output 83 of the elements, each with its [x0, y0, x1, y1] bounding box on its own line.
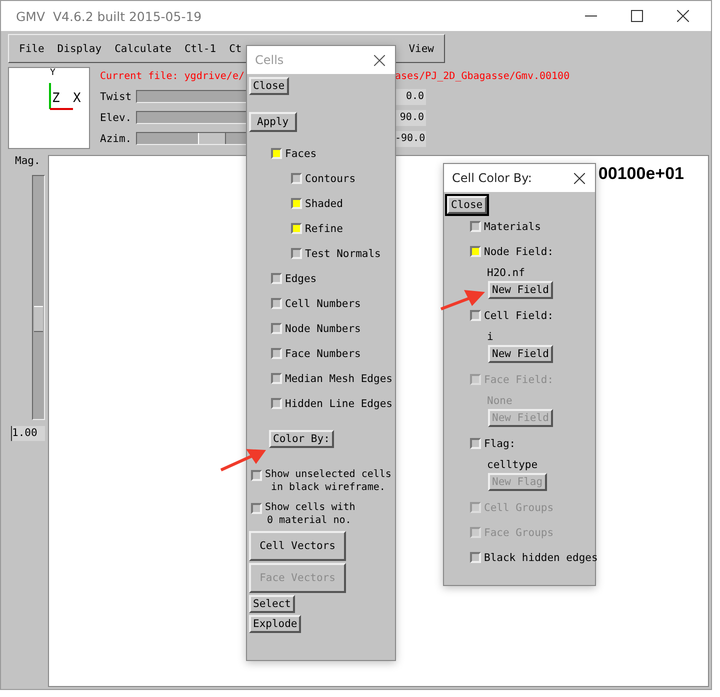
annotation-arrow	[440, 290, 485, 310]
menu-item[interactable]: Ct	[229, 42, 242, 54]
maximize-icon[interactable]	[631, 10, 643, 22]
close-button[interactable]: Close	[447, 196, 487, 214]
checkbox[interactable]	[470, 310, 481, 321]
field-name: i	[487, 330, 494, 342]
slider-label: Elev.	[100, 112, 133, 124]
current-file-text: Current file: ygdrive/e/	[100, 71, 246, 82]
option-label: Face Field:	[484, 374, 554, 386]
dialog-title: Cells	[255, 53, 284, 67]
checkbox[interactable]	[271, 323, 282, 334]
option-label: Refine	[305, 222, 343, 234]
option-label: Flag:	[484, 438, 516, 450]
checkbox[interactable]	[291, 198, 302, 209]
value-field[interactable]: 1.00	[11, 426, 45, 441]
checkbox[interactable]	[271, 273, 282, 284]
axes-drawing: Y Z X	[8, 67, 90, 149]
field-name: celltype	[487, 458, 538, 470]
new-field-button[interactable]: New Field	[488, 345, 553, 363]
dialog-button[interactable]: Select	[249, 595, 295, 613]
field-name: None	[487, 394, 512, 406]
menu-item[interactable]: Display	[57, 42, 102, 54]
option-label: Face Groups	[484, 526, 554, 538]
menu-item[interactable]: File	[19, 42, 44, 54]
checkbox[interactable]	[251, 470, 262, 481]
value-field[interactable]: 90.0	[395, 110, 426, 126]
close-button[interactable]: Close	[249, 77, 289, 95]
option-label: Cell Field:	[484, 310, 554, 322]
option-label: Materials	[484, 220, 541, 232]
checkbox[interactable]	[291, 223, 302, 234]
dialog-title: Cell Color By:	[452, 171, 532, 185]
option-label: Hidden Line Edges	[285, 398, 392, 410]
option-label: Node Field:	[484, 246, 554, 258]
annotation-arrow	[220, 449, 266, 472]
scale-text: 00100e+01	[598, 164, 684, 184]
checkbox[interactable]	[271, 348, 282, 359]
option-label: Shaded	[305, 198, 343, 210]
close-icon[interactable]	[574, 172, 585, 184]
option-label: Black hidden edges	[484, 552, 598, 564]
apply-button[interactable]: Apply	[249, 112, 297, 132]
checkbox[interactable]	[291, 248, 302, 259]
checkbox[interactable]	[271, 148, 282, 159]
window-title: GMV V4.6.2 built 2015-05-19	[16, 8, 202, 24]
checkbox[interactable]	[271, 373, 282, 384]
slider-thumb[interactable]	[198, 133, 226, 144]
option-label: 0 material no.	[267, 514, 352, 527]
checkbox[interactable]	[291, 173, 302, 184]
checkbox[interactable]	[470, 438, 481, 449]
option-label: Faces	[285, 148, 317, 160]
current-file-text: ases/PJ_2D_Gbagasse/Gmv.00100	[395, 71, 570, 82]
menu-item[interactable]: Calculate	[114, 42, 172, 54]
value-field[interactable]: 0.0	[395, 88, 426, 104]
dialog-button[interactable]: Cell Vectors	[249, 531, 346, 561]
value-field[interactable]: -90.0	[395, 130, 426, 146]
option-label: Cell Numbers	[285, 298, 361, 310]
slider-track[interactable]	[32, 175, 45, 420]
checkbox[interactable]	[470, 221, 481, 232]
option-label: Edges	[285, 272, 317, 284]
option-label: Contours	[305, 172, 356, 184]
checkbox[interactable]	[271, 298, 282, 309]
new-field-button[interactable]: New Field	[488, 281, 553, 299]
checkbox[interactable]	[470, 552, 481, 563]
option-label: Face Numbers	[285, 348, 361, 360]
option-label: Show unselected cells	[265, 468, 392, 481]
slider-label: Twist	[100, 90, 133, 102]
slider-label: Azim.	[100, 132, 133, 144]
menu-item[interactable]: Ctl-1	[184, 42, 216, 54]
color-by-button[interactable]: Color By:	[269, 430, 334, 448]
checkbox[interactable]	[271, 398, 282, 409]
option-label: in black wireframe.	[271, 481, 386, 494]
field-name: H2O.nf	[487, 266, 525, 278]
option-label: Cell Groups	[484, 502, 554, 514]
mag-label: Mag.	[15, 155, 40, 167]
checkbox[interactable]	[251, 503, 262, 514]
close-icon[interactable]	[677, 10, 689, 22]
option-label: Node Numbers	[285, 322, 361, 334]
option-label: Show cells with	[265, 501, 356, 514]
menu-item[interactable]: View	[408, 42, 434, 54]
option-label: Median Mesh Edges	[285, 372, 392, 384]
option-label: Test Normals	[305, 248, 381, 260]
close-icon[interactable]	[374, 54, 385, 66]
dialog-button[interactable]: Explode	[249, 615, 302, 633]
checkbox[interactable]	[470, 246, 481, 257]
